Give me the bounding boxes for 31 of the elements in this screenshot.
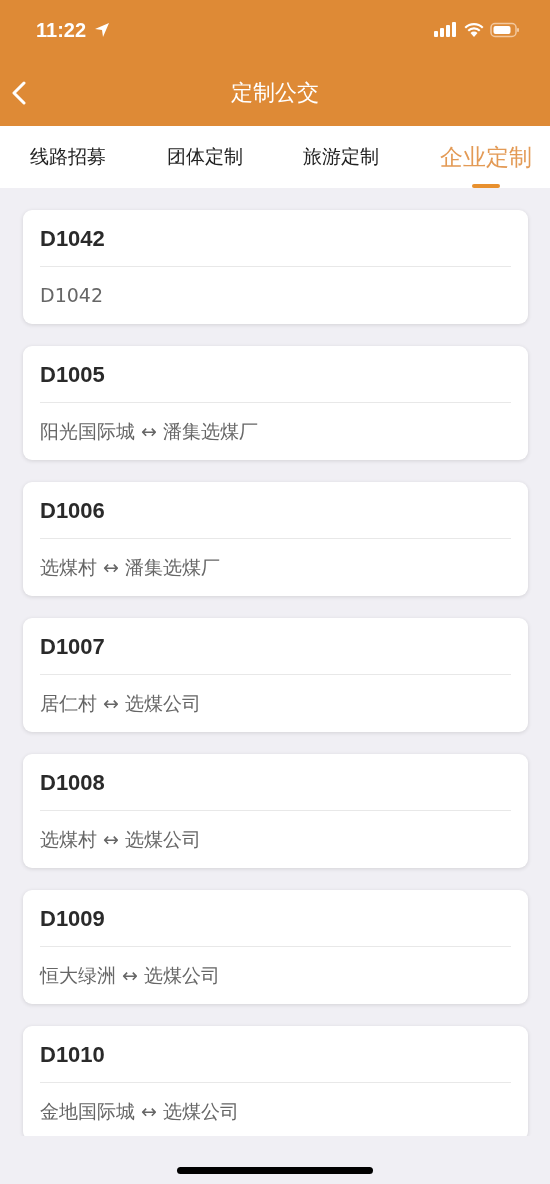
route-code: D1005 — [40, 361, 106, 389]
wifi-icon — [464, 22, 484, 38]
route-description: D1042 — [40, 283, 104, 308]
route-code: D1009 — [40, 905, 106, 933]
battery-icon — [490, 22, 520, 38]
tab[interactable]: 团体定制 — [166, 126, 243, 188]
route-description: 居仁村 ↔ 选煤公司 — [40, 691, 202, 716]
route-description: 金地国际城 ↔ 选煤公司 — [40, 1099, 240, 1124]
route-code: D1007 — [40, 633, 106, 661]
tab[interactable]: 旅游定制 — [303, 126, 380, 188]
route-description: 阳光国际城 ↔ 潘集选煤厂 — [40, 419, 259, 444]
route-description: 选煤村 ↔ 选煤公司 — [40, 827, 202, 852]
route-card[interactable]: D1009 恒大绿洲 ↔ 选煤公司 — [23, 890, 528, 1004]
route-code: D1042 — [40, 225, 106, 253]
route-card[interactable]: D1010 金地国际城 ↔ 选煤公司 — [23, 1026, 528, 1136]
location-arrow-icon — [94, 22, 111, 38]
route-code: D1006 — [40, 497, 106, 525]
route-card[interactable]: D1006 选煤村 ↔ 潘集选煤厂 — [23, 482, 528, 596]
back-button[interactable] — [12, 81, 26, 105]
signal-icon — [434, 22, 458, 38]
route-card[interactable]: D1008 选煤村 ↔ 选煤公司 — [23, 754, 528, 868]
route-card[interactable]: D1007 居仁村 ↔ 选煤公司 — [23, 618, 528, 732]
route-code: D1010 — [40, 1041, 106, 1069]
route-card[interactable]: D1042 D1042 — [23, 210, 528, 324]
route-card[interactable]: D1005 阳光国际城 ↔ 潘集选煤厂 — [23, 346, 528, 460]
route-description: 恒大绿洲 ↔ 选煤公司 — [40, 963, 221, 988]
page-title: 定制公交 — [231, 79, 319, 107]
status-time: 11:22 — [36, 18, 87, 42]
tab[interactable]: 线路招募 — [30, 126, 106, 188]
route-code: D1008 — [40, 769, 106, 797]
route-description: 选煤村 ↔ 潘集选煤厂 — [40, 555, 221, 580]
